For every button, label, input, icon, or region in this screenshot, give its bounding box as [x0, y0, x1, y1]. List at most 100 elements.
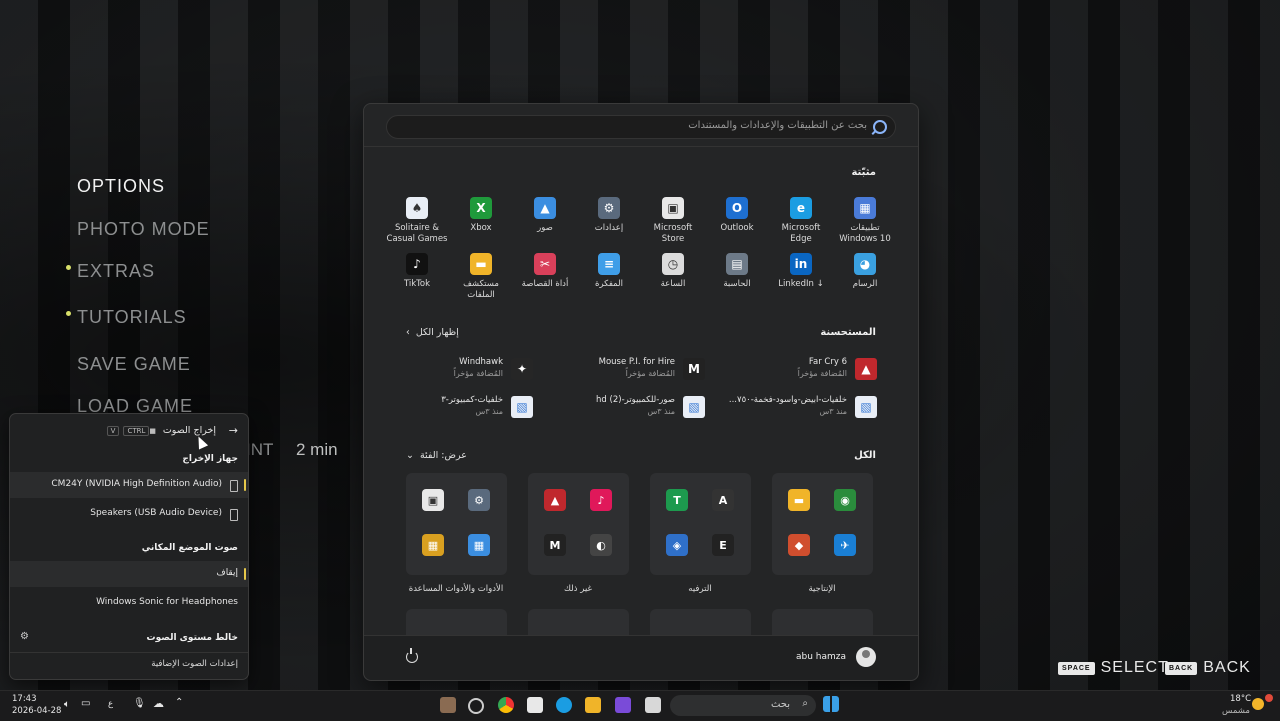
pinned-app-label: Outlook	[720, 223, 754, 233]
power-icon[interactable]	[406, 648, 418, 663]
tool-icon: T	[666, 489, 688, 511]
menu-tutorials[interactable]: TUTORIALS	[66, 307, 187, 328]
store-taskbar-icon[interactable]	[527, 697, 543, 713]
pinned-app[interactable]: ▣ Microsoft Store	[642, 197, 704, 245]
category-folder[interactable]: A T E ◈	[650, 473, 751, 575]
recommended-item[interactable]: ▧ خلفيات-كمبيوتر-٣ منذ ٣س	[383, 394, 533, 420]
pinned-app[interactable]: ◷ الساعة	[642, 253, 704, 290]
key-v: V	[106, 426, 120, 436]
onedrive-icon[interactable]: ☁	[153, 697, 164, 710]
pinned-app[interactable]: e Microsoft Edge	[770, 197, 832, 245]
recommended-item[interactable]: ▧ خلفيات-ابيض-واسود-فخمة-٧٥٠... منذ ٣س	[727, 394, 877, 420]
pinned-app-label: الحاسبة	[723, 279, 751, 289]
pinned-app[interactable]: ◕ الرسام	[834, 253, 896, 290]
pinned-app[interactable]: ▤ الحاسبة	[706, 253, 768, 290]
pinned-app[interactable]: ♠ Solitaire & Casual Games	[386, 197, 448, 245]
tiktok-icon: ♪	[590, 489, 612, 511]
gear-icon[interactable]: ⚙	[20, 631, 29, 642]
chrome-taskbar-icon[interactable]	[498, 697, 514, 713]
pinned-app[interactable]: ▲ صور	[514, 197, 576, 234]
key-ctrl: CTRL	[123, 426, 150, 436]
recommended-title: خلفيات-كمبيوتر-٣	[441, 395, 503, 405]
paint-icon: ◕	[854, 253, 876, 275]
recommended-item[interactable]: ▧ صور-للكمبيوتر-hd (2) منذ ٣س	[555, 394, 705, 420]
pinned-app[interactable]: X Xbox	[450, 197, 512, 234]
select-hint-label: SELECT	[1100, 659, 1169, 676]
pinned-app[interactable]: ▦ تطبيقات Windows 10	[834, 197, 896, 245]
photos-icon: ▲	[534, 197, 556, 219]
menu-save-game[interactable]: SAVE GAME	[77, 354, 191, 375]
recommended-subtitle: المُضافة مؤخراً	[453, 369, 503, 378]
pinned-app[interactable]: ≡ المفكرة	[578, 253, 640, 290]
pinned-app[interactable]: ⚙ إعدادات	[578, 197, 640, 234]
volume-mixer-header[interactable]: خالط مستوى الصوت	[147, 633, 238, 643]
windows-start-icon[interactable]	[823, 696, 839, 712]
start-search-box[interactable]: بحث عن التطبيقات والإعدادات والمستندات	[386, 115, 896, 139]
menu-options[interactable]: OPTIONS	[77, 176, 165, 197]
pinned-app-label: Xbox	[470, 223, 492, 233]
view-category-dropdown[interactable]: ⌄ عرض: الفئة	[406, 450, 467, 461]
pinned-app[interactable]: in LinkedIn ↓	[770, 253, 832, 290]
pinned-app-label: إعدادات	[594, 223, 624, 233]
settings-icon: ⚙	[598, 197, 620, 219]
recommended-item[interactable]: ▲ Far Cry 6 المُضافة مؤخراً	[727, 356, 877, 382]
chevron-up-icon[interactable]: ⌃	[175, 697, 183, 708]
spatial-option-windows-sonic[interactable]: Windows Sonic for Headphones	[10, 590, 248, 616]
category-folder[interactable]: ◉ ▬ ✈ ◆	[772, 473, 873, 575]
language-indicator[interactable]: ع	[108, 699, 113, 709]
pinned-app[interactable]: ✂ أداة القصاصة	[514, 253, 576, 290]
menu-photo-mode[interactable]: PHOTO MODE	[77, 219, 210, 240]
category-folder-partial[interactable]	[772, 609, 873, 636]
file-explorer-taskbar-icon[interactable]	[585, 697, 601, 713]
category-folder-partial[interactable]	[406, 609, 507, 636]
clock-time[interactable]: 17:43	[12, 694, 37, 704]
taskbar: 17:43 2026-04-28 🔈︎ ▭ ع 🎙︎ ☁ ⌃ بحث ⌕ 18°…	[0, 690, 1280, 721]
back-hint[interactable]: BACK BACK	[1165, 659, 1251, 677]
category-folder-label: الترفيه	[688, 584, 712, 594]
recommended-item[interactable]: ✦ Windhawk المُضافة مؤخراً	[383, 356, 533, 382]
weather-desc[interactable]: مشمس	[1222, 706, 1250, 716]
recommended-item[interactable]: M Mouse P.I. for Hire المُضافة مؤخراً	[555, 356, 705, 382]
show-all-button[interactable]: ‹ إظهار الكل	[406, 327, 459, 338]
app-icon: ▦	[468, 534, 490, 556]
office-taskbar-icon[interactable]	[615, 697, 631, 713]
user-name[interactable]: abu hamza	[796, 652, 846, 662]
category-folder[interactable]: ♪ ▲ ◐ M	[528, 473, 629, 575]
spatial-option-off[interactable]: إيقاف	[10, 561, 248, 587]
more-sound-settings[interactable]: إعدادات الصوت الإضافية	[10, 652, 248, 679]
volume-icon[interactable]: 🔈︎	[64, 699, 70, 710]
edge-taskbar-icon[interactable]	[556, 697, 572, 713]
app-taskbar-icon[interactable]	[468, 698, 484, 714]
chrome-icon: ◉	[834, 489, 856, 511]
network-icon[interactable]: ▭	[81, 698, 90, 709]
window-taskbar-icon[interactable]	[645, 697, 661, 713]
clock-date[interactable]: 2026-04-28	[12, 706, 61, 716]
audio-output-flyout: → إخراج الصوت V CTRL ■ جهاز الإخراج CM24Y …	[9, 413, 249, 680]
microphone-icon[interactable]: 🎙︎	[133, 698, 146, 709]
sun-icon	[1252, 698, 1264, 710]
category-folder[interactable]: ⚙ ▣ ▦ ▦	[406, 473, 507, 575]
category-folder-partial[interactable]	[528, 609, 629, 636]
all-apps-title: الكل	[854, 450, 876, 461]
pinned-app-label: أداة القصاصة	[521, 279, 569, 289]
pinned-app-label: Microsoft Edge	[781, 223, 821, 244]
calculator-icon: ▤	[726, 253, 748, 275]
device-option-usb-speakers[interactable]: Speakers (USB Audio Device)	[10, 501, 248, 527]
pinned-app-label: الرسام	[852, 279, 878, 289]
menu-options-label: OPTIONS	[77, 176, 166, 196]
pinned-app-label: Solitaire & Casual Games	[386, 223, 448, 244]
weather-temp[interactable]: 18°C	[1230, 694, 1251, 704]
avatar[interactable]	[856, 647, 876, 667]
select-hint[interactable]: SPACE SELECT	[1058, 659, 1169, 677]
pinned-app[interactable]: ▬ مستكشف الملفات	[450, 253, 512, 301]
menu-extras[interactable]: EXTRAS	[66, 261, 155, 282]
back-arrow-icon[interactable]: →	[229, 424, 238, 437]
game-app-icon[interactable]	[440, 697, 456, 713]
menu-tutorials-label: TUTORIALS	[77, 307, 187, 327]
pinned-app-label: Microsoft Store	[653, 223, 693, 244]
pinned-app[interactable]: ♪ TikTok	[386, 253, 448, 290]
category-folder-partial[interactable]	[650, 609, 751, 636]
taskbar-search[interactable]: بحث ⌕	[670, 695, 816, 716]
pinned-app[interactable]: O Outlook	[706, 197, 768, 234]
device-option-cm24y[interactable]: CM24Y (NVIDIA High Definition Audio)	[10, 472, 248, 498]
